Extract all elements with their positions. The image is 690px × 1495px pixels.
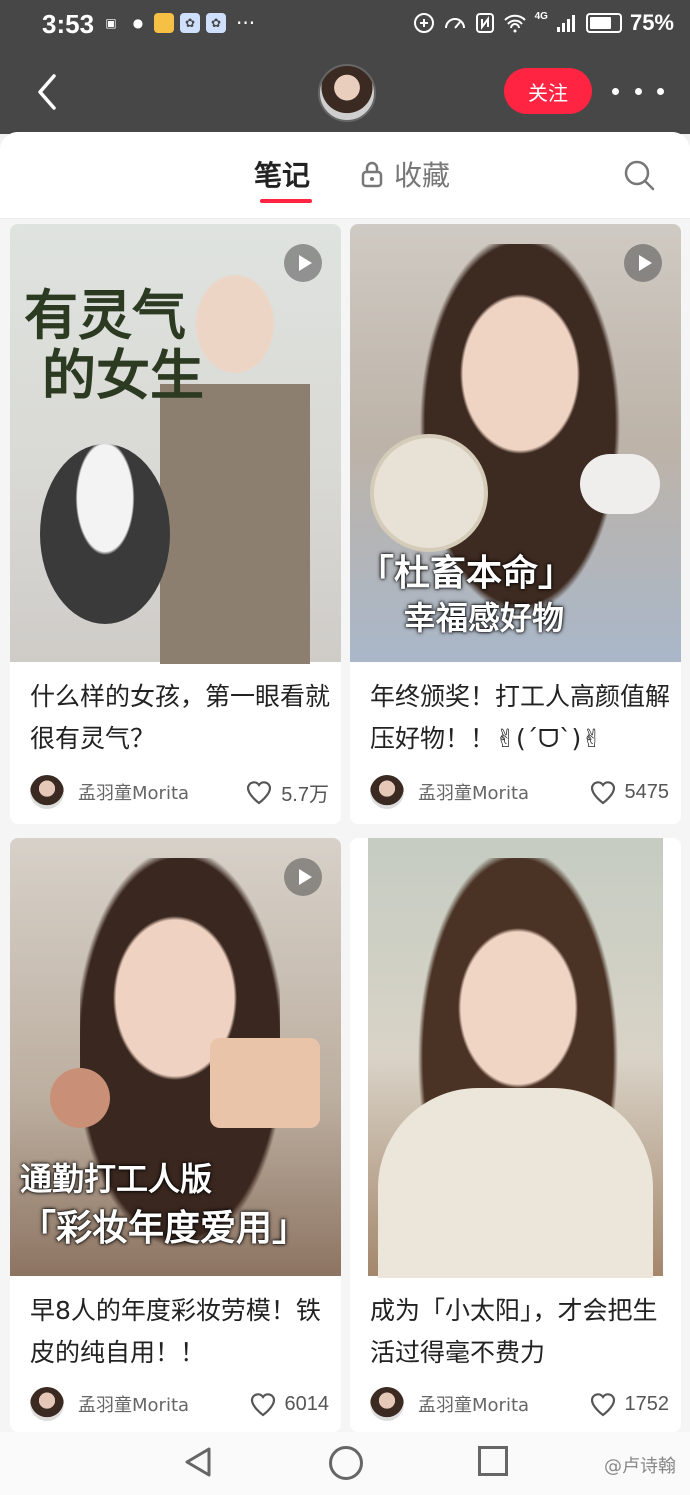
notification-icons: ▣ ● ✿ ✿ ··· [100, 13, 255, 33]
cover-caption: 「杜畜本命」 幸福感好物 [358, 552, 574, 640]
app-icon [154, 13, 174, 33]
wifi-icon [503, 14, 526, 33]
search-button[interactable] [622, 158, 656, 192]
author-avatar [30, 775, 64, 809]
heart-icon [250, 1393, 275, 1417]
cover-caption-line: 的女生 [42, 344, 204, 407]
tab-notes[interactable]: 笔记 [254, 154, 310, 194]
author-name: 孟羽童Morita [78, 1395, 190, 1416]
note-card[interactable]: 「杜畜本命」 幸福感好物 年终颁奖！打工人高颜值解压好物！！✌(ˊᗜˋ)✌ 孟羽… [350, 224, 681, 824]
heart-icon [590, 1393, 615, 1417]
like-count: 5.7万 [281, 783, 329, 806]
like-count: 5475 [624, 780, 670, 803]
baidu-icon: ✿ [206, 13, 226, 33]
note-cover-image: 有灵气 的女生 [10, 224, 341, 664]
product-image [50, 1068, 110, 1128]
heart-icon [247, 781, 272, 805]
tab-collections-label: 收藏 [394, 159, 451, 192]
more-notifications-icon: ··· [236, 11, 256, 35]
note-footer: 孟羽童Morita 6014 [30, 1386, 329, 1422]
note-title: 早8人的年度彩妆劳模！铁皮的纯自用！！ [30, 1296, 321, 1367]
system-nav-bar: @卢诗翰 [0, 1432, 690, 1495]
nav-home-button[interactable] [329, 1446, 363, 1480]
note-cover-image [368, 838, 663, 1278]
cover-caption-line: 通勤打工人版 [20, 1160, 213, 1198]
author-name: 孟羽童Morita [78, 783, 190, 804]
tab-bar: 笔记 收藏 [0, 132, 690, 219]
watermark: @卢诗翰 [604, 1456, 676, 1477]
nav-back-button[interactable] [183, 1446, 213, 1478]
note-title: 什么样的女孩，第一眼看就很有灵气？ [30, 682, 331, 753]
tab-collections[interactable]: 收藏 [360, 154, 450, 194]
author-avatar [370, 775, 404, 809]
like-button[interactable]: 5.7万 [245, 778, 329, 807]
battery-percent: 75% [629, 10, 674, 35]
sweater-figure [378, 1088, 653, 1278]
cover-caption-line: 「杜畜本命」 [358, 553, 575, 594]
author-name: 孟羽童Morita [418, 1395, 530, 1416]
cover-caption: 有灵气 的女生 [24, 286, 204, 406]
like-button[interactable]: 5475 [589, 779, 670, 805]
note-footer: 孟羽童Morita 1752 [370, 1386, 669, 1422]
avatar[interactable] [318, 64, 376, 122]
baidu-icon: ✿ [180, 13, 200, 33]
note-title: 成为「小太阳」，才会把生活过得毫不费力 [370, 1296, 658, 1367]
author-name: 孟羽童Morita [418, 783, 530, 804]
speed-icon [444, 18, 465, 29]
like-button[interactable]: 1752 [589, 1391, 670, 1417]
product-image [580, 454, 660, 514]
notes-feed: 笔记 收藏 有灵气 的女生 什么样的女孩，第一眼看就很有灵气？ 孟羽童Morit… [0, 132, 690, 1432]
note-card[interactable]: 通勤打工人版 「彩妆年度爱用」 早8人的年度彩妆劳模！铁皮的纯自用！！ 孟羽童M… [10, 838, 341, 1432]
note-cover-image: 「杜畜本命」 幸福感好物 [350, 224, 681, 664]
note-card[interactable]: 成为「小太阳」，才会把生活过得毫不费力 孟羽童Morita 1752 [350, 838, 681, 1432]
play-icon [624, 244, 662, 282]
note-footer: 孟羽童Morita 5.7万 [30, 774, 329, 810]
bilibili-icon: ▣ [105, 16, 117, 30]
dot-icon [634, 87, 642, 95]
cover-caption-line: 幸福感好物 [404, 599, 565, 637]
note-title: 年终颁奖！打工人高颜值解压好物！！✌(ˊᗜˋ)✌ [370, 682, 671, 753]
system-icons: 4G 75% [413, 10, 674, 36]
tab-active-indicator [260, 199, 312, 203]
wechat-icon: ● [132, 16, 144, 30]
like-button[interactable]: 6014 [249, 1391, 330, 1417]
product-image [370, 434, 488, 552]
note-cover-image: 通勤打工人版 「彩妆年度爱用」 [10, 838, 341, 1278]
chevron-left-icon [38, 74, 56, 110]
status-time: 3:53 [42, 9, 95, 39]
cover-caption-line: 「彩妆年度爱用」 [20, 1208, 309, 1249]
profile-header: 关注 [0, 52, 690, 134]
note-card[interactable]: 有灵气 的女生 什么样的女孩，第一眼看就很有灵气？ 孟羽童Morita 5.7万 [10, 224, 341, 824]
nfc-icon [475, 13, 494, 33]
dot-icon [612, 87, 619, 95]
dot-icon [657, 87, 664, 95]
status-bar: 3:53 ▣ ● ✿ ✿ ··· 4G 75% [0, 0, 690, 52]
note-footer: 孟羽童Morita 5475 [370, 774, 669, 810]
heart-icon [590, 781, 615, 805]
product-image [210, 1038, 320, 1128]
battery-icon [585, 13, 622, 33]
author-avatar [370, 1387, 404, 1421]
cover-caption-line: 有灵气 [24, 284, 186, 347]
dog-figure [40, 444, 170, 624]
lock-icon [361, 161, 383, 188]
author-avatar [30, 1387, 64, 1421]
search-icon [624, 160, 655, 191]
signal-icon [556, 15, 575, 32]
play-icon [284, 244, 322, 282]
data-saver-icon [413, 13, 434, 33]
network-type: 4G [534, 11, 548, 22]
battery-fill [589, 17, 611, 29]
cover-caption: 通勤打工人版 「彩妆年度爱用」 [20, 1154, 308, 1254]
play-icon [284, 858, 322, 896]
follow-button[interactable]: 关注 [504, 68, 592, 114]
back-button[interactable] [30, 70, 70, 114]
like-count: 1752 [624, 1392, 670, 1415]
more-options-button[interactable] [612, 74, 664, 108]
nav-recents-button[interactable] [478, 1446, 508, 1476]
like-count: 6014 [284, 1392, 330, 1415]
